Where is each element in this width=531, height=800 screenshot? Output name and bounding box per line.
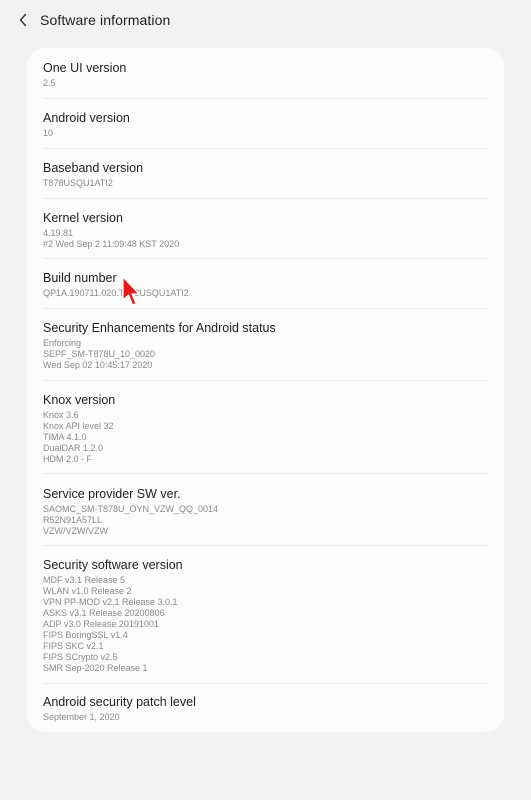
divider: [43, 308, 489, 309]
item-value: SAOMC_SM-T878U_OYN_VZW_QQ_0014 R52N91A57…: [43, 504, 489, 537]
value-line: FIPS SKC v2.1: [43, 641, 104, 651]
item-kernel-version[interactable]: Kernel version 4.19.81 #2 Wed Sep 2 11:0…: [43, 210, 489, 250]
item-title: Android version: [43, 111, 130, 125]
value-line: Enforcing: [43, 338, 82, 348]
value-line: ASKS v3.1 Release 20200806: [43, 608, 165, 618]
item-title: Security Enhancements for Android status: [43, 321, 276, 335]
value-line: MDF v3.1 Release 5: [43, 575, 126, 585]
value-line: WLAN v1.0 Release 2: [43, 586, 132, 596]
item-value: Knox 3.6 Knox API level 32 TIMA 4.1.0 Du…: [43, 410, 489, 465]
value-line: FIPS SCrypto v2.5: [43, 652, 118, 662]
item-title: Service provider SW ver.: [43, 487, 181, 501]
item-value: 10: [43, 128, 489, 139]
app-header: Software information: [0, 0, 531, 40]
value-line: SEPF_SM-T878U_10_0020: [43, 349, 156, 359]
item-value: MDF v3.1 Release 5 WLAN v1.0 Release 2 V…: [43, 575, 489, 674]
item-android-version[interactable]: Android version 10: [43, 110, 489, 139]
item-value: 2.5: [43, 78, 489, 89]
value-line: ADP v3.0 Release 20191001: [43, 619, 159, 629]
value-line: 10: [43, 128, 54, 138]
divider: [43, 258, 489, 259]
item-security-patch-level[interactable]: Android security patch level September 1…: [43, 694, 489, 723]
value-line: QP1A.190711.020.T878USQU1ATI2: [43, 288, 189, 298]
divider: [43, 380, 489, 381]
item-value: September 1, 2020: [43, 712, 489, 723]
value-line: T878USQU1ATI2: [43, 178, 113, 188]
item-value: T878USQU1ATI2: [43, 178, 489, 189]
value-line: DualDAR 1.2.0: [43, 443, 104, 453]
value-line: #2 Wed Sep 2 11:09:48 KST 2020: [43, 239, 180, 249]
divider: [43, 545, 489, 546]
item-one-ui-version[interactable]: One UI version 2.5: [43, 60, 489, 89]
item-title: Knox version: [43, 393, 116, 407]
item-security-software-version[interactable]: Security software version MDF v3.1 Relea…: [43, 557, 489, 674]
item-value: 4.19.81 #2 Wed Sep 2 11:09:48 KST 2020: [43, 228, 489, 250]
item-title: One UI version: [43, 61, 127, 75]
divider: [43, 683, 489, 684]
value-line: 4.19.81: [43, 228, 74, 238]
value-line: VZW/VZW/VZW: [43, 526, 108, 536]
item-title: Android security patch level: [43, 695, 196, 709]
page-title: Software information: [40, 12, 171, 28]
item-value: Enforcing SEPF_SM-T878U_10_0020 Wed Sep …: [43, 338, 489, 371]
value-line: VPN PP-MOD v2.1 Release 3.0.1: [43, 597, 178, 607]
divider: [43, 98, 489, 99]
item-baseband-version[interactable]: Baseband version T878USQU1ATI2: [43, 160, 489, 189]
item-title: Baseband version: [43, 161, 144, 175]
back-button[interactable]: [14, 11, 32, 29]
value-line: HDM 2.0 - F: [43, 454, 93, 464]
item-title: Security software version: [43, 558, 183, 572]
value-line: TIMA 4.1.0: [43, 432, 87, 442]
divider: [43, 198, 489, 199]
value-line: 2.5: [43, 78, 56, 88]
item-value: QP1A.190711.020.T878USQU1ATI2: [43, 288, 489, 299]
value-line: SAOMC_SM-T878U_OYN_VZW_QQ_0014: [43, 504, 219, 514]
mouse-pointer-icon: [122, 276, 140, 306]
item-selinux-status[interactable]: Security Enhancements for Android status…: [43, 320, 489, 371]
item-knox-version[interactable]: Knox version Knox 3.6 Knox API level 32 …: [43, 392, 489, 465]
divider: [43, 473, 489, 474]
value-line: Knox 3.6: [43, 410, 79, 420]
item-service-provider-sw[interactable]: Service provider SW ver. SAOMC_SM-T878U_…: [43, 486, 489, 537]
divider: [43, 148, 489, 149]
value-line: SMR Sep-2020 Release 1: [43, 663, 148, 673]
item-build-number[interactable]: Build number QP1A.190711.020.T878USQU1AT…: [43, 270, 489, 299]
value-line: Knox API level 32: [43, 421, 114, 431]
value-line: FIPS BoringSSL v1.4: [43, 630, 128, 640]
info-card: One UI version 2.5 Android version 10 Ba…: [27, 48, 504, 732]
item-title: Kernel version: [43, 211, 123, 225]
value-line: R52N91A57LL: [43, 515, 103, 525]
value-line: Wed Sep 02 10:45:17 2020: [43, 360, 153, 370]
value-line: September 1, 2020: [43, 712, 120, 722]
chevron-left-icon: [19, 13, 27, 27]
item-title: Build number: [43, 271, 117, 285]
